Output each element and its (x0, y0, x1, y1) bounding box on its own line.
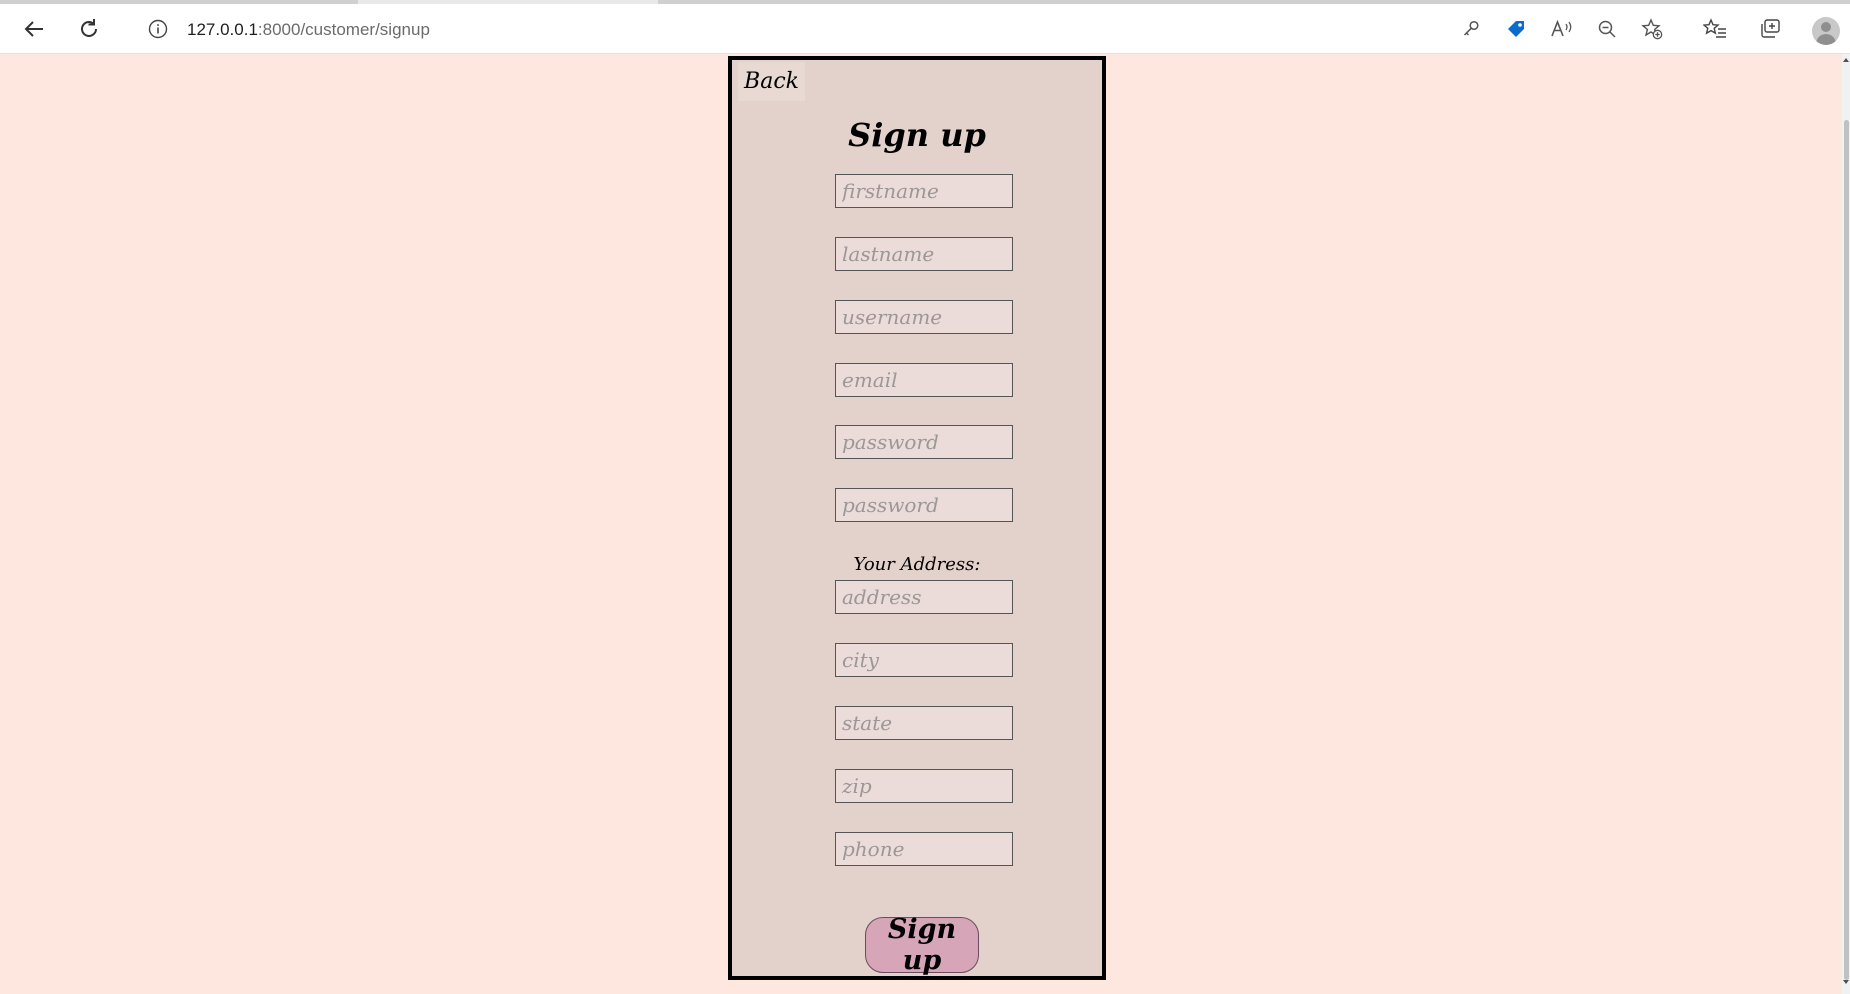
refresh-icon[interactable] (71, 11, 107, 47)
key-icon[interactable] (1457, 15, 1485, 43)
page-title: Sign up (848, 116, 986, 154)
firstname-input[interactable] (835, 174, 1013, 208)
zip-input[interactable] (835, 769, 1013, 803)
add-favorite-icon[interactable] (1638, 15, 1666, 43)
tag-extension-icon[interactable] (1502, 15, 1530, 43)
password-confirm-input[interactable] (835, 488, 1013, 522)
zoom-out-icon[interactable] (1593, 15, 1621, 43)
read-aloud-icon[interactable] (1548, 15, 1576, 43)
collections-icon[interactable] (1756, 15, 1784, 43)
email-input[interactable] (835, 363, 1013, 397)
browser-toolbar: 127.0.0.1:8000/customer/signup (0, 4, 1850, 54)
lastname-input[interactable] (835, 237, 1013, 271)
city-input[interactable] (835, 643, 1013, 677)
username-input[interactable] (835, 300, 1013, 334)
password-input[interactable] (835, 425, 1013, 459)
phone-input[interactable] (835, 832, 1013, 866)
scroll-down-arrow-icon[interactable] (1843, 980, 1849, 984)
address-input[interactable] (835, 580, 1013, 614)
info-icon[interactable] (146, 17, 170, 41)
signup-card: Back Sign up Your Address: Sign up (728, 56, 1106, 980)
state-input[interactable] (835, 706, 1013, 740)
address-bar[interactable]: 127.0.0.1:8000/customer/signup (124, 11, 1834, 47)
url-host: 127.0.0.1 (187, 20, 258, 39)
favorites-icon[interactable] (1701, 15, 1729, 43)
signup-submit-button[interactable]: Sign up (865, 914, 979, 976)
back-button[interactable]: Back (738, 62, 805, 101)
url-path: :8000/customer/signup (257, 20, 430, 39)
profile-avatar-icon[interactable] (1812, 17, 1840, 45)
back-arrow-icon[interactable] (16, 11, 52, 47)
url-text[interactable]: 127.0.0.1:8000/customer/signup (187, 20, 430, 40)
address-section-label: Your Address: (853, 554, 981, 575)
scroll-up-arrow-icon[interactable] (1843, 58, 1849, 62)
scrollbar-thumb[interactable] (1844, 120, 1849, 980)
